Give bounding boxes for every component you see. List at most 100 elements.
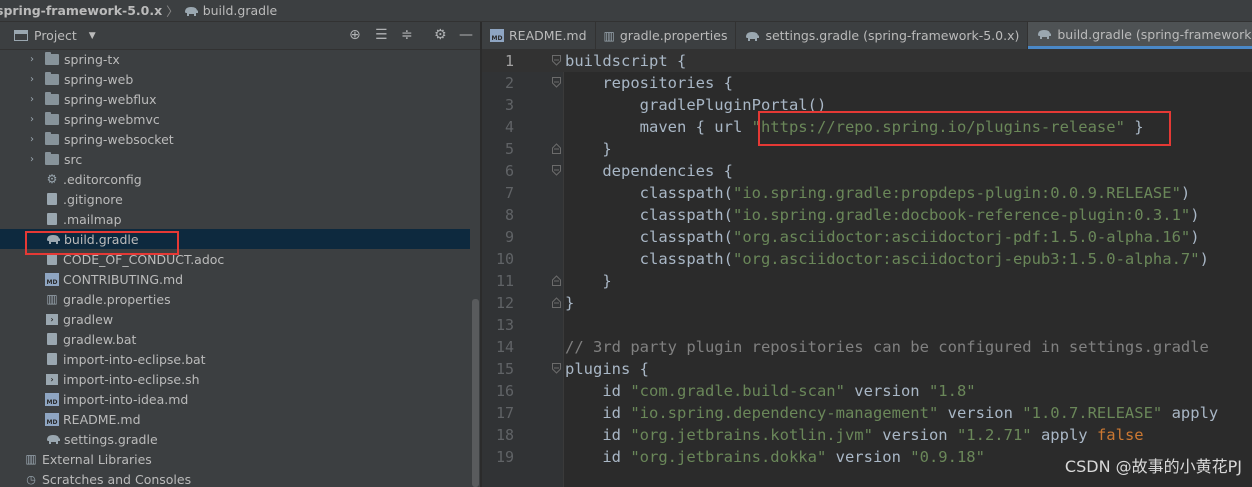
tree-item-external-libraries[interactable]: ▥ External Libraries: [0, 449, 470, 469]
tree-item-label: src: [64, 151, 83, 167]
tree-item-gradlew-bat[interactable]: gradlew.bat: [0, 329, 470, 349]
line-number: 1: [504, 52, 514, 70]
tree-item-import-into-eclipse-bat[interactable]: import-into-eclipse.bat: [0, 349, 470, 369]
tree-item-spring-tx[interactable]: › spring-tx: [0, 49, 470, 69]
string-token: "https://repo.spring.io/plugins-release": [751, 118, 1125, 136]
code-line[interactable]: 14 // 3rd party plugin repositories can b…: [482, 336, 1252, 358]
tree-item-label: .gitignore: [63, 191, 123, 207]
tree-item-label: spring-websocket: [64, 131, 174, 147]
tree-item-spring-websocket[interactable]: › spring-websocket: [0, 129, 470, 149]
fold-marker-icon[interactable]: [552, 55, 561, 66]
code-text: id "org.jetbrains.dokka" version "0.9.18…: [565, 448, 985, 466]
code-line[interactable]: 10 classpath("org.asciidoctor:asciidocto…: [482, 248, 1252, 270]
code-token: id: [602, 448, 631, 466]
code-line[interactable]: 5 }: [482, 138, 1252, 160]
fold-marker-icon[interactable]: [552, 297, 561, 308]
string-token: "io.spring.dependency-management": [630, 404, 939, 422]
tree-item-editorconfig[interactable]: ⚙ .editorconfig: [0, 169, 470, 189]
tree-item-gradlew[interactable]: › gradlew: [0, 309, 470, 329]
minimize-icon[interactable]: —: [459, 27, 473, 43]
code-text: id "com.gradle.build-scan" version "1.8": [565, 382, 975, 400]
tab-settings-gradle[interactable]: settings.gradle (spring-framework-5.0.x): [736, 22, 1029, 49]
project-toolbar: Project ▼ ⊕ ☰ ≑ ⚙ —: [0, 22, 480, 50]
chevron-right-icon[interactable]: ›: [26, 74, 38, 85]
code-line[interactable]: 4 maven { url "https://repo.spring.io/pl…: [482, 116, 1252, 138]
line-number: 2: [504, 74, 514, 92]
project-scrollbar[interactable]: [472, 299, 479, 487]
line-number: 8: [504, 206, 514, 224]
text-file-icon: [45, 192, 59, 206]
code-token: dependencies {: [602, 162, 733, 180]
code-text: repositories {: [565, 74, 733, 92]
tree-item-spring-webflux[interactable]: › spring-webflux: [0, 89, 470, 109]
fold-marker-icon[interactable]: [552, 77, 561, 88]
crosshair-icon[interactable]: ⊕: [349, 27, 361, 43]
tab-readme[interactable]: MD README.md: [482, 22, 596, 49]
code-line[interactable]: 17 id "io.spring.dependency-management" …: [482, 402, 1252, 424]
code-token: apply: [1031, 426, 1097, 444]
tree-item-gitignore[interactable]: .gitignore: [0, 189, 470, 209]
tree-item-settings-gradle[interactable]: settings.gradle: [0, 429, 470, 449]
tree-item-scratches[interactable]: ◷ Scratches and Consoles: [0, 469, 470, 487]
tree-item-label: build.gradle: [64, 231, 139, 247]
chevron-right-icon[interactable]: ›: [26, 134, 38, 145]
string-token: "io.spring.gradle:docbook-reference-plug…: [732, 206, 1191, 224]
tree-item-spring-webmvc[interactable]: › spring-webmvc: [0, 109, 470, 129]
code-token: id: [602, 404, 631, 422]
chevron-right-icon[interactable]: ›: [26, 154, 38, 165]
tree-item-mailmap[interactable]: .mailmap: [0, 209, 470, 229]
tree-item-contributing[interactable]: MD CONTRIBUTING.md: [0, 269, 470, 289]
code-line[interactable]: 8 classpath("io.spring.gradle:docbook-re…: [482, 204, 1252, 226]
tree-item-gradle-properties[interactable]: ▥ gradle.properties: [0, 289, 470, 309]
expand-all-icon[interactable]: ≑: [401, 27, 413, 43]
line-number: 11: [495, 272, 514, 290]
code-line[interactable]: 12}: [482, 292, 1252, 314]
code-line[interactable]: 13: [482, 314, 1252, 336]
code-line[interactable]: 1 buildscript {: [482, 50, 1252, 72]
breadcrumb-file[interactable]: build.gradle: [183, 3, 277, 18]
collapse-all-icon[interactable]: ☰: [375, 27, 388, 43]
fold-marker-icon[interactable]: [552, 275, 561, 286]
chevron-right-icon[interactable]: ›: [26, 54, 38, 65]
fold-marker-icon[interactable]: [552, 363, 561, 374]
fold-marker-icon[interactable]: [552, 143, 561, 154]
tree-item-spring-web[interactable]: › spring-web: [0, 69, 470, 89]
chevron-down-icon[interactable]: ▼: [89, 31, 96, 41]
tree-item-label: Scratches and Consoles: [42, 471, 192, 487]
chevron-right-icon[interactable]: ›: [26, 114, 38, 125]
properties-file-icon: ▥: [603, 28, 615, 43]
code-line[interactable]: 3 gradlePluginPortal(): [482, 94, 1252, 116]
breadcrumb-project[interactable]: spring-framework-5.0.x: [0, 3, 162, 18]
code-token: apply: [1162, 404, 1219, 422]
code-line[interactable]: 2 repositories {: [482, 72, 1252, 94]
tab-label: gradle.properties: [619, 28, 728, 43]
tab-build-gradle[interactable]: build.gradle (spring-framework: [1028, 22, 1252, 49]
code-line[interactable]: 18 id "org.jetbrains.kotlin.jvm" version…: [482, 424, 1252, 446]
code-line[interactable]: 7 classpath("io.spring.gradle:propdeps-p…: [482, 182, 1252, 204]
code-token: buildscript {: [565, 52, 687, 70]
tree-item-import-into-eclipse-sh[interactable]: › import-into-eclipse.sh: [0, 369, 470, 389]
code-text: }: [565, 272, 611, 290]
code-token: version: [826, 448, 911, 466]
tree-item-import-into-idea[interactable]: MD import-into-idea.md: [0, 389, 470, 409]
scratches-icon: ◷: [26, 472, 36, 486]
code-line[interactable]: 15 plugins {: [482, 358, 1252, 380]
tab-gradle-properties[interactable]: ▥ gradle.properties: [596, 22, 737, 49]
tree-item-readme[interactable]: MD README.md: [0, 409, 470, 429]
code-line[interactable]: 16 id "com.gradle.build-scan" version "1…: [482, 380, 1252, 402]
gradle-elephant-icon: [47, 235, 60, 244]
tree-item-code-of-conduct[interactable]: CODE_OF_CONDUCT.adoc: [0, 249, 470, 269]
gradle-elephant-icon: [184, 6, 198, 16]
chevron-right-icon[interactable]: ›: [26, 94, 38, 105]
code-line[interactable]: 9 classpath("org.asciidoctor:asciidoctor…: [482, 226, 1252, 248]
tree-item-src[interactable]: › src: [0, 149, 470, 169]
tree-item-build-gradle[interactable]: build.gradle: [0, 229, 470, 249]
tree-item-label: gradlew: [63, 311, 114, 327]
fold-marker-icon[interactable]: [552, 165, 561, 176]
code-line[interactable]: 11 }: [482, 270, 1252, 292]
code-lines[interactable]: 1 buildscript {2 repositories {3 gradlePl…: [482, 50, 1252, 468]
project-view-label[interactable]: Project: [34, 28, 77, 43]
gear-icon[interactable]: ⚙: [434, 27, 447, 43]
code-line[interactable]: 6 dependencies {: [482, 160, 1252, 182]
code-token: id: [602, 382, 631, 400]
